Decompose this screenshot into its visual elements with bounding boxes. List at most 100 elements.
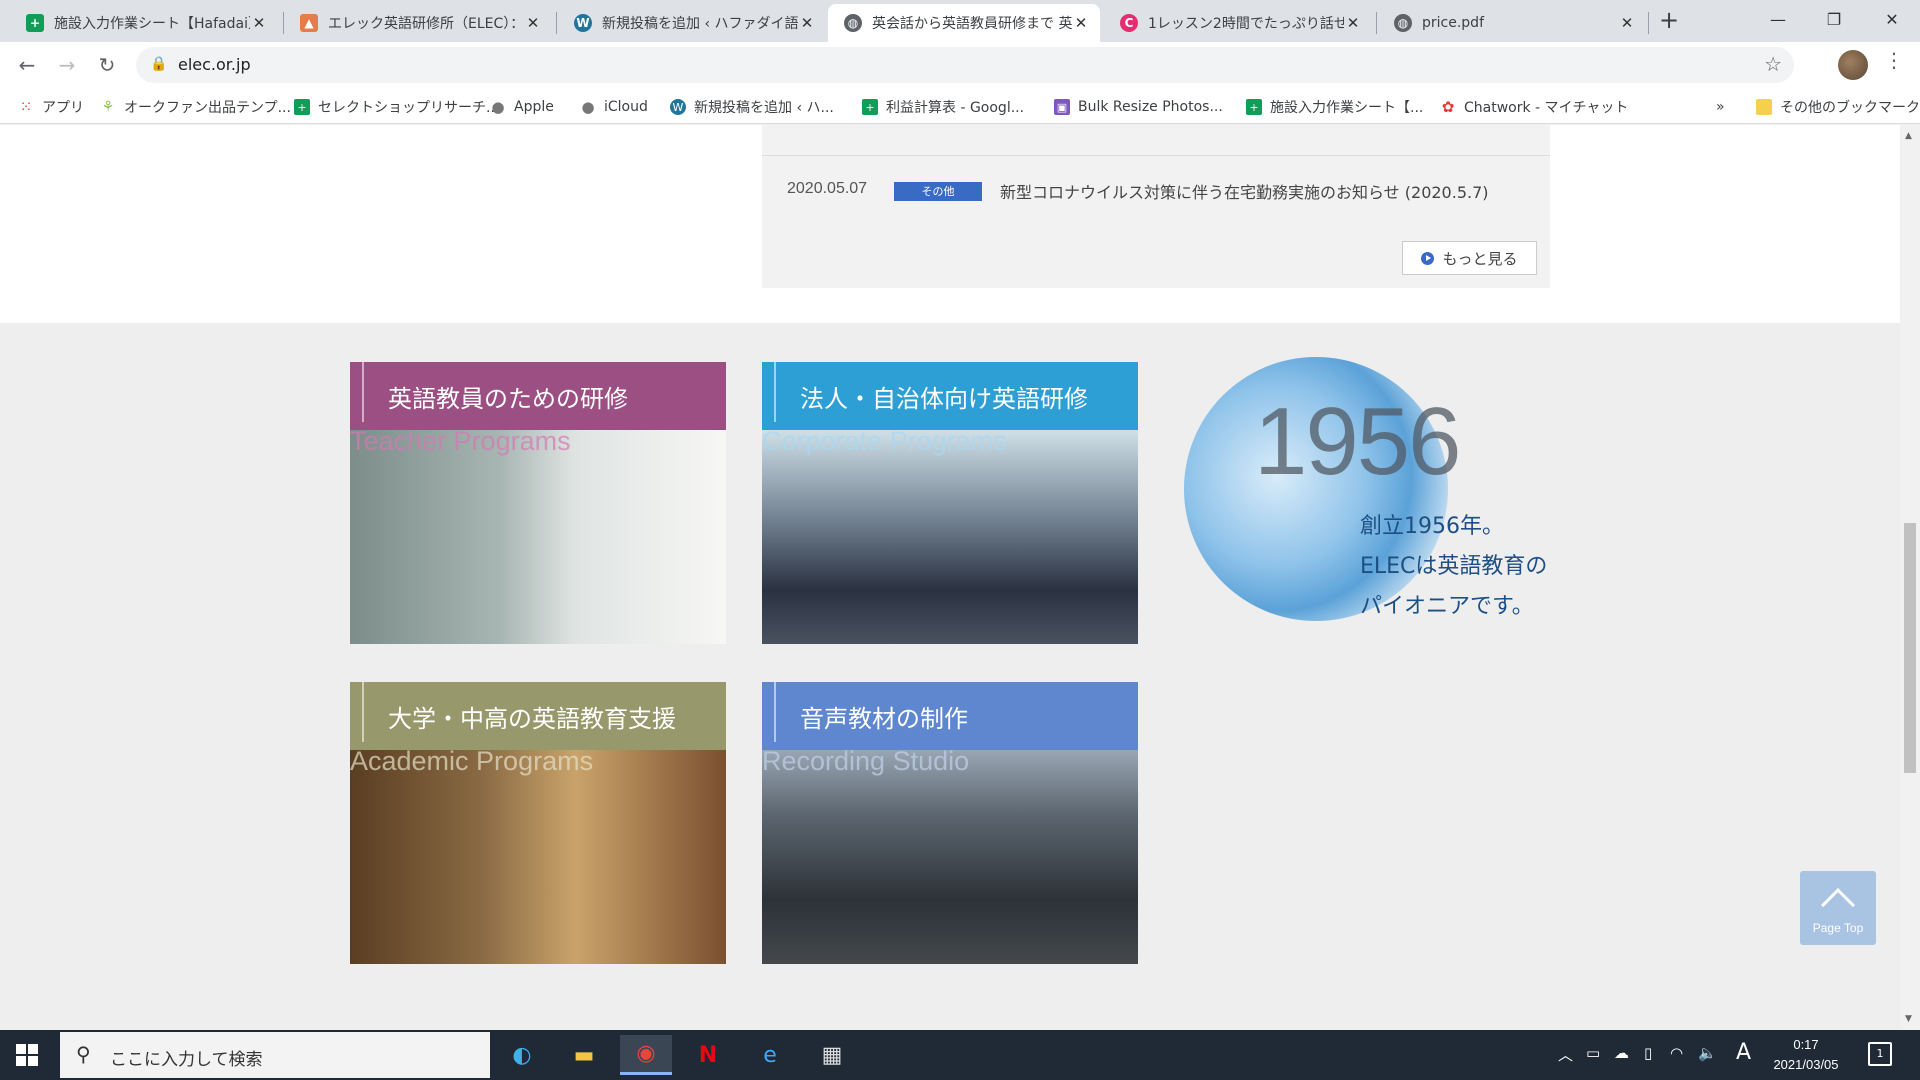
tab-sheets-hafadai[interactable]: + 施設入力作業シート【Hafadai】 ✕ [10,4,278,42]
bookmark-select-shop[interactable]: + セレクトショップリサーチ... [294,96,499,118]
internet-explorer-icon[interactable]: e [744,1035,796,1075]
close-icon[interactable]: ✕ [798,14,816,32]
reload-icon[interactable]: ↻ [92,50,122,80]
page-top-button[interactable]: Page Top [1800,871,1876,945]
tab-elec[interactable]: ▲ エレック英語研修所（ELEC）： ✕ [284,4,552,42]
edge-icon[interactable]: ◐ [496,1035,548,1075]
bookmark-aucfan[interactable]: ⚘ オークファン出品テンプ... [100,96,291,118]
c-icon: C [1120,14,1138,32]
chatwork-icon: ✿ [1441,98,1455,116]
close-icon[interactable]: ✕ [1072,14,1090,32]
program-title: 大学・中高の英語教育支援 [388,705,676,733]
lock-icon: 🔒 [150,56,168,72]
tab-separator [556,12,557,34]
news-section: 2020.05.07 その他 新型コロナウイルス対策に伴う在宅勤務実施のお知らせ… [0,125,1900,323]
netflix-icon[interactable]: N [682,1035,734,1075]
bookmark-apps[interactable]: ⁙ アプリ [18,96,84,118]
address-bar[interactable]: 🔒 elec.or.jp ☆ [136,47,1794,83]
program-subtitle: Teacher Programs [350,426,571,456]
tab-lesson[interactable]: C 1レッスン2時間でたっぷり話せる ✕ [1104,4,1372,42]
menu-dots-icon[interactable]: ⋮ [1884,48,1904,72]
minimize-button[interactable]: — [1750,0,1806,42]
bookmark-apple[interactable]: ● Apple [490,96,553,118]
close-icon[interactable]: ✕ [250,14,268,32]
close-icon[interactable]: ✕ [1618,14,1636,32]
taskbar-search-box[interactable]: ⚲ ここに入力して検索 [60,1032,490,1078]
program-card-header: 大学・中高の英語教育支援 [350,682,726,750]
founding-text: 創立1956年。 ELECは英語教育の パイオニアです。 [1360,514,1548,619]
tab-wordpress[interactable]: W 新規投稿を追加 ‹ ハファダイ語... ✕ [558,4,826,42]
volume-icon[interactable]: 🔈 [1698,1044,1717,1062]
restore-button[interactable]: ❐ [1806,0,1862,42]
program-title: 音声教材の制作 [800,705,968,733]
news-item-link[interactable]: 新型コロナウイルス対策に伴う在宅勤務実施のお知らせ (2020.5.7) [1000,179,1489,203]
bookmark-profit-sheet[interactable]: + 利益計算表 - Googl... [862,96,1024,118]
chrome-icon[interactable]: ◉ [620,1035,672,1075]
ime-indicator[interactable]: A [1736,1040,1751,1065]
taskbar-clock[interactable]: 0:17 2021/03/05 [1766,1035,1846,1075]
tab-elec-active[interactable]: ◍ 英会話から英語教員研修まで 英 ✕ [828,4,1100,42]
new-tab-button[interactable]: + [1654,6,1684,36]
forward-arrow-icon[interactable]: → [52,50,82,80]
aucfan-icon: ⚘ [101,99,115,115]
bookmarks-overflow-chevron[interactable]: » [1716,96,1725,118]
scrollbar-thumb[interactable] [1904,523,1916,773]
folder-icon [1756,99,1772,115]
windows-start-icon[interactable] [16,1044,38,1066]
tab-price-pdf[interactable]: ◍ price.pdf ✕ [1378,4,1646,42]
device-icon[interactable]: ▯ [1644,1044,1652,1062]
bookmark-icloud[interactable]: ● iCloud [580,96,647,118]
browser-toolbar: ← → ↻ 🔒 elec.or.jp ☆ ⋮ [0,42,1920,88]
bookmark-chatwork[interactable]: ✿ Chatwork - マイチャット [1440,96,1629,118]
elec-icon: ▲ [300,14,318,32]
more-button[interactable]: もっと見る [1402,241,1537,275]
wifi-icon[interactable]: ◠ [1670,1044,1683,1062]
bookmarks-bar: ⁙ アプリ ⚘ オークファン出品テンプ... + セレクトショップリサーチ...… [0,88,1920,124]
studio-photo [762,750,1138,964]
bookmark-star-icon[interactable]: ☆ [1764,52,1782,76]
windows-taskbar: ⚲ ここに入力して検索 ◐ ▬ ◉ N e ▦ ︿ ▭ ☁ ▯ ◠ 🔈 A 0:… [0,1030,1920,1080]
close-window-button[interactable]: ✕ [1864,0,1920,42]
program-card-teacher[interactable]: 英語教員のための研修 Teacher Programs [350,362,726,644]
program-subtitle: Corporate Programs [762,426,1007,456]
page-content: 2020.05.07 その他 新型コロナウイルス対策に伴う在宅勤務実施のお知らせ… [0,125,1900,1030]
apps-grid-icon: ⁙ [19,98,33,116]
bookmark-bulk-resize[interactable]: ▣ Bulk Resize Photos... [1054,96,1223,118]
news-category-badge: その他 [894,182,982,201]
program-card-corporate[interactable]: 法人・自治体向け英語研修 Corporate Programs [762,362,1138,644]
back-arrow-icon[interactable]: ← [12,50,42,80]
chevron-up-icon [1821,888,1855,922]
bookmark-wordpress[interactable]: W 新規投稿を追加 ‹ ハ... [670,96,834,118]
close-icon[interactable]: ✕ [524,14,542,32]
program-card-recording-studio[interactable]: 音声教材の制作 Recording Studio [762,682,1138,964]
notification-center-icon[interactable]: 1 [1868,1042,1892,1066]
onedrive-cloud-icon[interactable]: ☁ [1614,1044,1629,1062]
program-card-header: 音声教材の制作 [762,682,1138,750]
chevron-up-icon[interactable]: ︿ [1558,1044,1573,1065]
scroll-down-arrow-icon[interactable]: ▼ [1905,1014,1912,1024]
file-explorer-icon[interactable]: ▬ [558,1035,610,1075]
tab-separator [1648,12,1649,34]
play-circle-icon [1421,251,1435,265]
bookmark-other-folder[interactable]: その他のブックマーク [1756,96,1920,118]
url-text[interactable]: elec.or.jp [178,55,251,74]
store-icon[interactable]: ▦ [806,1035,858,1075]
bookmark-facility-sheet[interactable]: + 施設入力作業シート【... [1246,96,1423,118]
program-title: 法人・自治体向け英語研修 [800,385,1088,413]
close-icon[interactable]: ✕ [1344,14,1362,32]
sheets-icon: + [26,14,44,32]
search-icon: ⚲ [76,1042,91,1066]
page-scrollbar[interactable]: ▲ ▼ [1900,125,1920,1030]
news-divider [762,155,1550,156]
program-card-header: 英語教員のための研修 [350,362,726,430]
apple-icon: ● [581,98,595,116]
battery-icon[interactable]: ▭ [1586,1044,1600,1062]
program-card-academic[interactable]: 大学・中高の英語教育支援 Academic Programs [350,682,726,964]
sheets-icon: + [294,99,310,115]
profile-avatar[interactable] [1838,50,1868,80]
program-title: 英語教員のための研修 [388,385,628,413]
wordpress-icon: W [574,14,592,32]
scroll-up-arrow-icon[interactable]: ▲ [1905,131,1912,141]
globe-icon: ◍ [1394,14,1412,32]
corporate-photo [762,430,1138,644]
